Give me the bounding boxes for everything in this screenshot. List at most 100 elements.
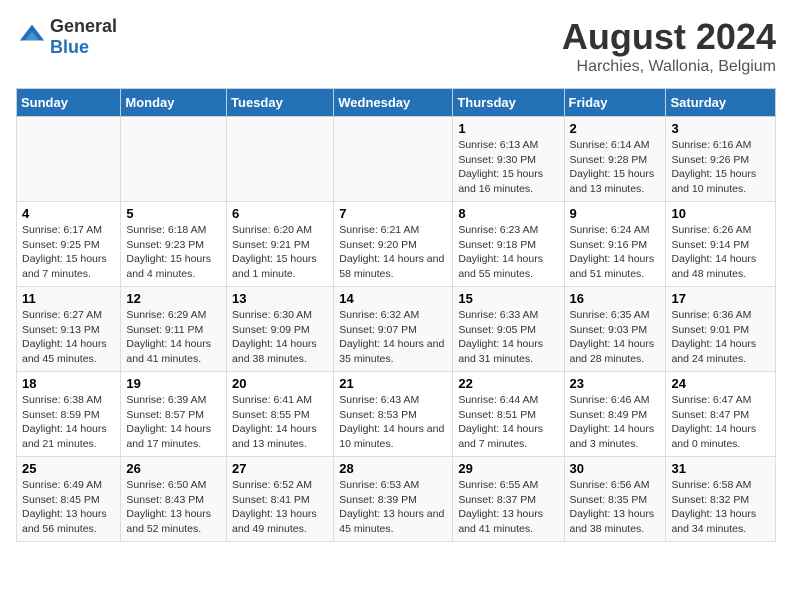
day-number: 17: [671, 291, 770, 306]
day-info: Sunrise: 6:23 AMSunset: 9:18 PMDaylight:…: [458, 223, 558, 282]
calendar-cell: 30Sunrise: 6:56 AMSunset: 8:35 PMDayligh…: [564, 457, 666, 542]
day-info: Sunrise: 6:49 AMSunset: 8:45 PMDaylight:…: [22, 478, 115, 537]
day-number: 18: [22, 376, 115, 391]
calendar-cell: 20Sunrise: 6:41 AMSunset: 8:55 PMDayligh…: [227, 372, 334, 457]
day-number: 22: [458, 376, 558, 391]
calendar-cell: 25 Sunrise: 6:49 AMSunset: 8:45 PMDayligh…: [17, 457, 121, 542]
day-info: Sunrise: 6:47 AMSunset: 8:47 PMDaylight:…: [671, 393, 770, 452]
calendar-week-row: 18 Sunrise: 6:38 AMSunset: 8:59 PMDayligh…: [17, 372, 776, 457]
logo-icon: [18, 20, 46, 48]
calendar-cell: 15 Sunrise: 6:33 AMSunset: 9:05 PMDayligh…: [453, 287, 564, 372]
calendar-cell: [334, 117, 453, 202]
day-number: 9: [570, 206, 661, 221]
calendar-header-row: SundayMondayTuesdayWednesdayThursdayFrid…: [17, 89, 776, 117]
calendar-cell: 4 Sunrise: 6:17 AMSunset: 9:25 PMDaylight…: [17, 202, 121, 287]
calendar-cell: 1Sunrise: 6:13 AMSunset: 9:30 PMDaylight…: [453, 117, 564, 202]
calendar-cell: 6 Sunrise: 6:20 AMSunset: 9:21 PMDaylight…: [227, 202, 334, 287]
day-info: Sunrise: 6:55 AMSunset: 8:37 PMDaylight:…: [458, 478, 558, 537]
day-info: Sunrise: 6:52 AMSunset: 8:41 PMDaylight:…: [232, 478, 328, 537]
day-number: 7: [339, 206, 447, 221]
logo: General Blue: [16, 16, 117, 57]
day-info: Sunrise: 6:44 AMSunset: 8:51 PMDaylight:…: [458, 393, 558, 452]
day-info: Sunrise: 6:58 AMSunset: 8:32 PMDaylight:…: [671, 478, 770, 537]
day-info: Sunrise: 6:27 AMSunset: 9:13 PMDaylight:…: [22, 308, 115, 367]
calendar-cell: 2 Sunrise: 6:14 AMSunset: 9:28 PMDaylight…: [564, 117, 666, 202]
day-number: 15: [458, 291, 558, 306]
day-number: 12: [126, 291, 221, 306]
calendar-cell: 16 Sunrise: 6:35 AMSunset: 9:03 PMDayligh…: [564, 287, 666, 372]
calendar-cell: 24 Sunrise: 6:47 AMSunset: 8:47 PMDayligh…: [666, 372, 776, 457]
calendar-cell: 10 Sunrise: 6:26 AMSunset: 9:14 PMDayligh…: [666, 202, 776, 287]
day-info: Sunrise: 6:17 AMSunset: 9:25 PMDaylight:…: [22, 223, 115, 282]
day-number: 11: [22, 291, 115, 306]
day-header-sunday: Sunday: [17, 89, 121, 117]
day-number: 21: [339, 376, 447, 391]
day-number: 4: [22, 206, 115, 221]
day-info: Sunrise: 6:33 AMSunset: 9:05 PMDaylight:…: [458, 308, 558, 367]
day-number: 25: [22, 461, 115, 476]
day-number: 16: [570, 291, 661, 306]
day-number: 19: [126, 376, 221, 391]
calendar-cell: 27 Sunrise: 6:52 AMSunset: 8:41 PMDayligh…: [227, 457, 334, 542]
day-info: Sunrise: 6:18 AMSunset: 9:23 PMDaylight:…: [126, 223, 221, 282]
calendar-table: SundayMondayTuesdayWednesdayThursdayFrid…: [16, 88, 776, 542]
day-header-tuesday: Tuesday: [227, 89, 334, 117]
day-header-thursday: Thursday: [453, 89, 564, 117]
day-header-wednesday: Wednesday: [334, 89, 453, 117]
calendar-cell: [227, 117, 334, 202]
day-number: 6: [232, 206, 328, 221]
day-info: Sunrise: 6:35 AMSunset: 9:03 PMDaylight:…: [570, 308, 661, 367]
day-info: Sunrise: 6:20 AMSunset: 9:21 PMDaylight:…: [232, 223, 328, 282]
day-number: 23: [570, 376, 661, 391]
day-info: Sunrise: 6:32 AMSunset: 9:07 PMDaylight:…: [339, 308, 447, 367]
page-header: General Blue August 2024 Harchies, Wallo…: [16, 16, 776, 76]
calendar-cell: 21 Sunrise: 6:43 AMSunset: 8:53 PMDayligh…: [334, 372, 453, 457]
day-info: Sunrise: 6:43 AMSunset: 8:53 PMDaylight:…: [339, 393, 447, 452]
calendar-cell: 28Sunrise: 6:53 AMSunset: 8:39 PMDayligh…: [334, 457, 453, 542]
day-info: Sunrise: 6:13 AMSunset: 9:30 PMDaylight:…: [458, 138, 558, 197]
day-info: Sunrise: 6:14 AMSunset: 9:28 PMDaylight:…: [570, 138, 661, 197]
calendar-cell: 26Sunrise: 6:50 AMSunset: 8:43 PMDayligh…: [121, 457, 227, 542]
day-number: 26: [126, 461, 221, 476]
calendar-cell: 17 Sunrise: 6:36 AMSunset: 9:01 PMDayligh…: [666, 287, 776, 372]
day-info: Sunrise: 6:38 AMSunset: 8:59 PMDaylight:…: [22, 393, 115, 452]
day-info: Sunrise: 6:29 AMSunset: 9:11 PMDaylight:…: [126, 308, 221, 367]
calendar-cell: 13Sunrise: 6:30 AMSunset: 9:09 PMDayligh…: [227, 287, 334, 372]
sub-title: Harchies, Wallonia, Belgium: [562, 58, 776, 76]
title-block: August 2024 Harchies, Wallonia, Belgium: [562, 16, 776, 76]
calendar-week-row: 4 Sunrise: 6:17 AMSunset: 9:25 PMDaylight…: [17, 202, 776, 287]
day-number: 10: [671, 206, 770, 221]
day-number: 24: [671, 376, 770, 391]
day-number: 28: [339, 461, 447, 476]
day-number: 30: [570, 461, 661, 476]
day-number: 3: [671, 121, 770, 136]
logo-line2: Blue: [50, 37, 117, 58]
calendar-cell: 19 Sunrise: 6:39 AMSunset: 8:57 PMDayligh…: [121, 372, 227, 457]
calendar-cell: 18 Sunrise: 6:38 AMSunset: 8:59 PMDayligh…: [17, 372, 121, 457]
day-header-monday: Monday: [121, 89, 227, 117]
day-info: Sunrise: 6:26 AMSunset: 9:14 PMDaylight:…: [671, 223, 770, 282]
main-title: August 2024: [562, 16, 776, 58]
day-info: Sunrise: 6:21 AMSunset: 9:20 PMDaylight:…: [339, 223, 447, 282]
calendar-cell: 31 Sunrise: 6:58 AMSunset: 8:32 PMDayligh…: [666, 457, 776, 542]
calendar-cell: 12 Sunrise: 6:29 AMSunset: 9:11 PMDayligh…: [121, 287, 227, 372]
day-number: 13: [232, 291, 328, 306]
calendar-cell: 22 Sunrise: 6:44 AMSunset: 8:51 PMDayligh…: [453, 372, 564, 457]
day-header-saturday: Saturday: [666, 89, 776, 117]
day-number: 20: [232, 376, 328, 391]
calendar-cell: 23Sunrise: 6:46 AMSunset: 8:49 PMDayligh…: [564, 372, 666, 457]
day-number: 31: [671, 461, 770, 476]
day-number: 2: [570, 121, 661, 136]
calendar-week-row: 25 Sunrise: 6:49 AMSunset: 8:45 PMDayligh…: [17, 457, 776, 542]
calendar-week-row: 11 Sunrise: 6:27 AMSunset: 9:13 PMDayligh…: [17, 287, 776, 372]
day-info: Sunrise: 6:36 AMSunset: 9:01 PMDaylight:…: [671, 308, 770, 367]
day-number: 8: [458, 206, 558, 221]
calendar-cell: [121, 117, 227, 202]
day-number: 27: [232, 461, 328, 476]
day-info: Sunrise: 6:39 AMSunset: 8:57 PMDaylight:…: [126, 393, 221, 452]
logo-line1: General: [50, 16, 117, 37]
calendar-week-row: 1Sunrise: 6:13 AMSunset: 9:30 PMDaylight…: [17, 117, 776, 202]
calendar-cell: [17, 117, 121, 202]
day-number: 5: [126, 206, 221, 221]
calendar-cell: 9Sunrise: 6:24 AMSunset: 9:16 PMDaylight…: [564, 202, 666, 287]
